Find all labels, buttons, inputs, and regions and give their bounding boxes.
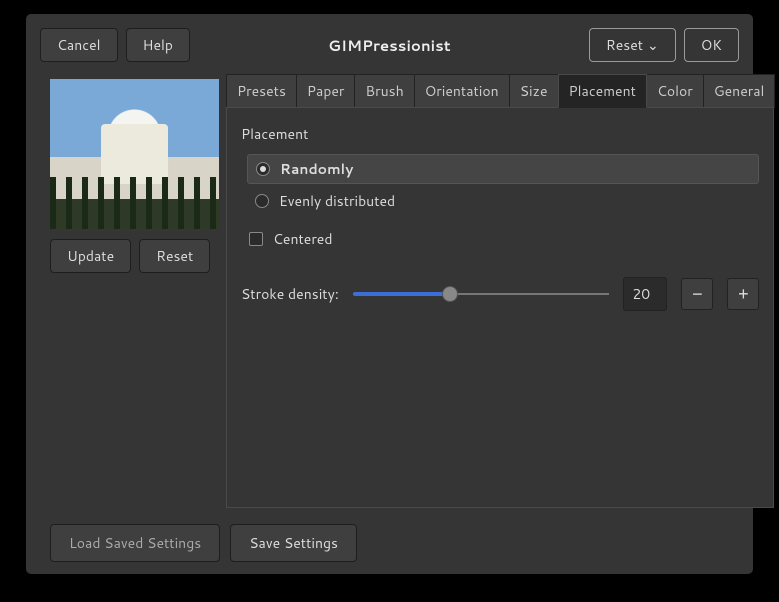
checkbox-centered[interactable]: Centered [241, 225, 759, 253]
tab-paper[interactable]: Paper [296, 74, 356, 108]
decrement-button[interactable]: − [681, 278, 713, 310]
tab-general[interactable]: General [703, 74, 776, 108]
dialog-title: GIMPressionist [198, 35, 581, 56]
stroke-density-slider[interactable] [353, 284, 610, 304]
ok-button[interactable]: OK [684, 28, 739, 62]
preview-image [50, 79, 219, 229]
radio-evenly-distributed[interactable]: Evenly distributed [247, 187, 759, 215]
help-button[interactable]: Help [126, 28, 190, 62]
preview-reset-button[interactable]: Reset [139, 239, 210, 273]
tab-size[interactable]: Size [509, 74, 559, 108]
placement-section-title: Placement [241, 124, 759, 144]
reset-ok-group: Reset⌄ OK [589, 28, 739, 62]
cancel-button[interactable]: Cancel [40, 28, 118, 62]
load-saved-settings-button[interactable]: Load Saved Settings [50, 524, 220, 562]
tab-placement[interactable]: Placement [558, 74, 647, 108]
header-bar: Cancel Help GIMPressionist Reset⌄ OK [40, 28, 739, 62]
dialog-body: Update Reset Presets Paper Brush Orienta… [40, 74, 739, 508]
checkbox-icon [249, 232, 263, 246]
chevron-down-icon: ⌄ [647, 35, 659, 55]
stroke-density-label: Stroke density: [241, 284, 339, 304]
placement-panel: Placement Randomly Evenly distributed Ce… [226, 107, 774, 508]
checkbox-centered-label: Centered [273, 229, 332, 249]
tab-bar: Presets Paper Brush Orientation Size Pla… [226, 74, 774, 108]
reset-label: Reset [606, 35, 643, 55]
slider-thumb[interactable] [442, 286, 458, 302]
right-column: Presets Paper Brush Orientation Size Pla… [226, 74, 774, 508]
radio-even-label: Evenly distributed [279, 191, 395, 211]
radio-randomly-label: Randomly [280, 159, 353, 179]
radio-icon [256, 162, 270, 176]
left-column: Update Reset [40, 74, 210, 508]
tab-orientation[interactable]: Orientation [414, 74, 510, 108]
footer-bar: Load Saved Settings Save Settings [40, 524, 739, 562]
gimpressionist-dialog: Cancel Help GIMPressionist Reset⌄ OK Upd… [26, 14, 753, 574]
tab-color[interactable]: Color [646, 74, 704, 108]
stroke-density-row: Stroke density: 20 − + [241, 277, 759, 311]
increment-button[interactable]: + [727, 278, 759, 310]
radio-randomly[interactable]: Randomly [247, 154, 759, 184]
radio-icon [255, 194, 269, 208]
tab-brush[interactable]: Brush [354, 74, 414, 108]
tab-presets[interactable]: Presets [226, 74, 297, 108]
preview-buttons: Update Reset [50, 239, 210, 273]
save-settings-button[interactable]: Save Settings [230, 524, 357, 562]
stroke-density-value[interactable]: 20 [623, 277, 667, 311]
update-button[interactable]: Update [50, 239, 131, 273]
reset-dropdown-button[interactable]: Reset⌄ [589, 28, 676, 62]
